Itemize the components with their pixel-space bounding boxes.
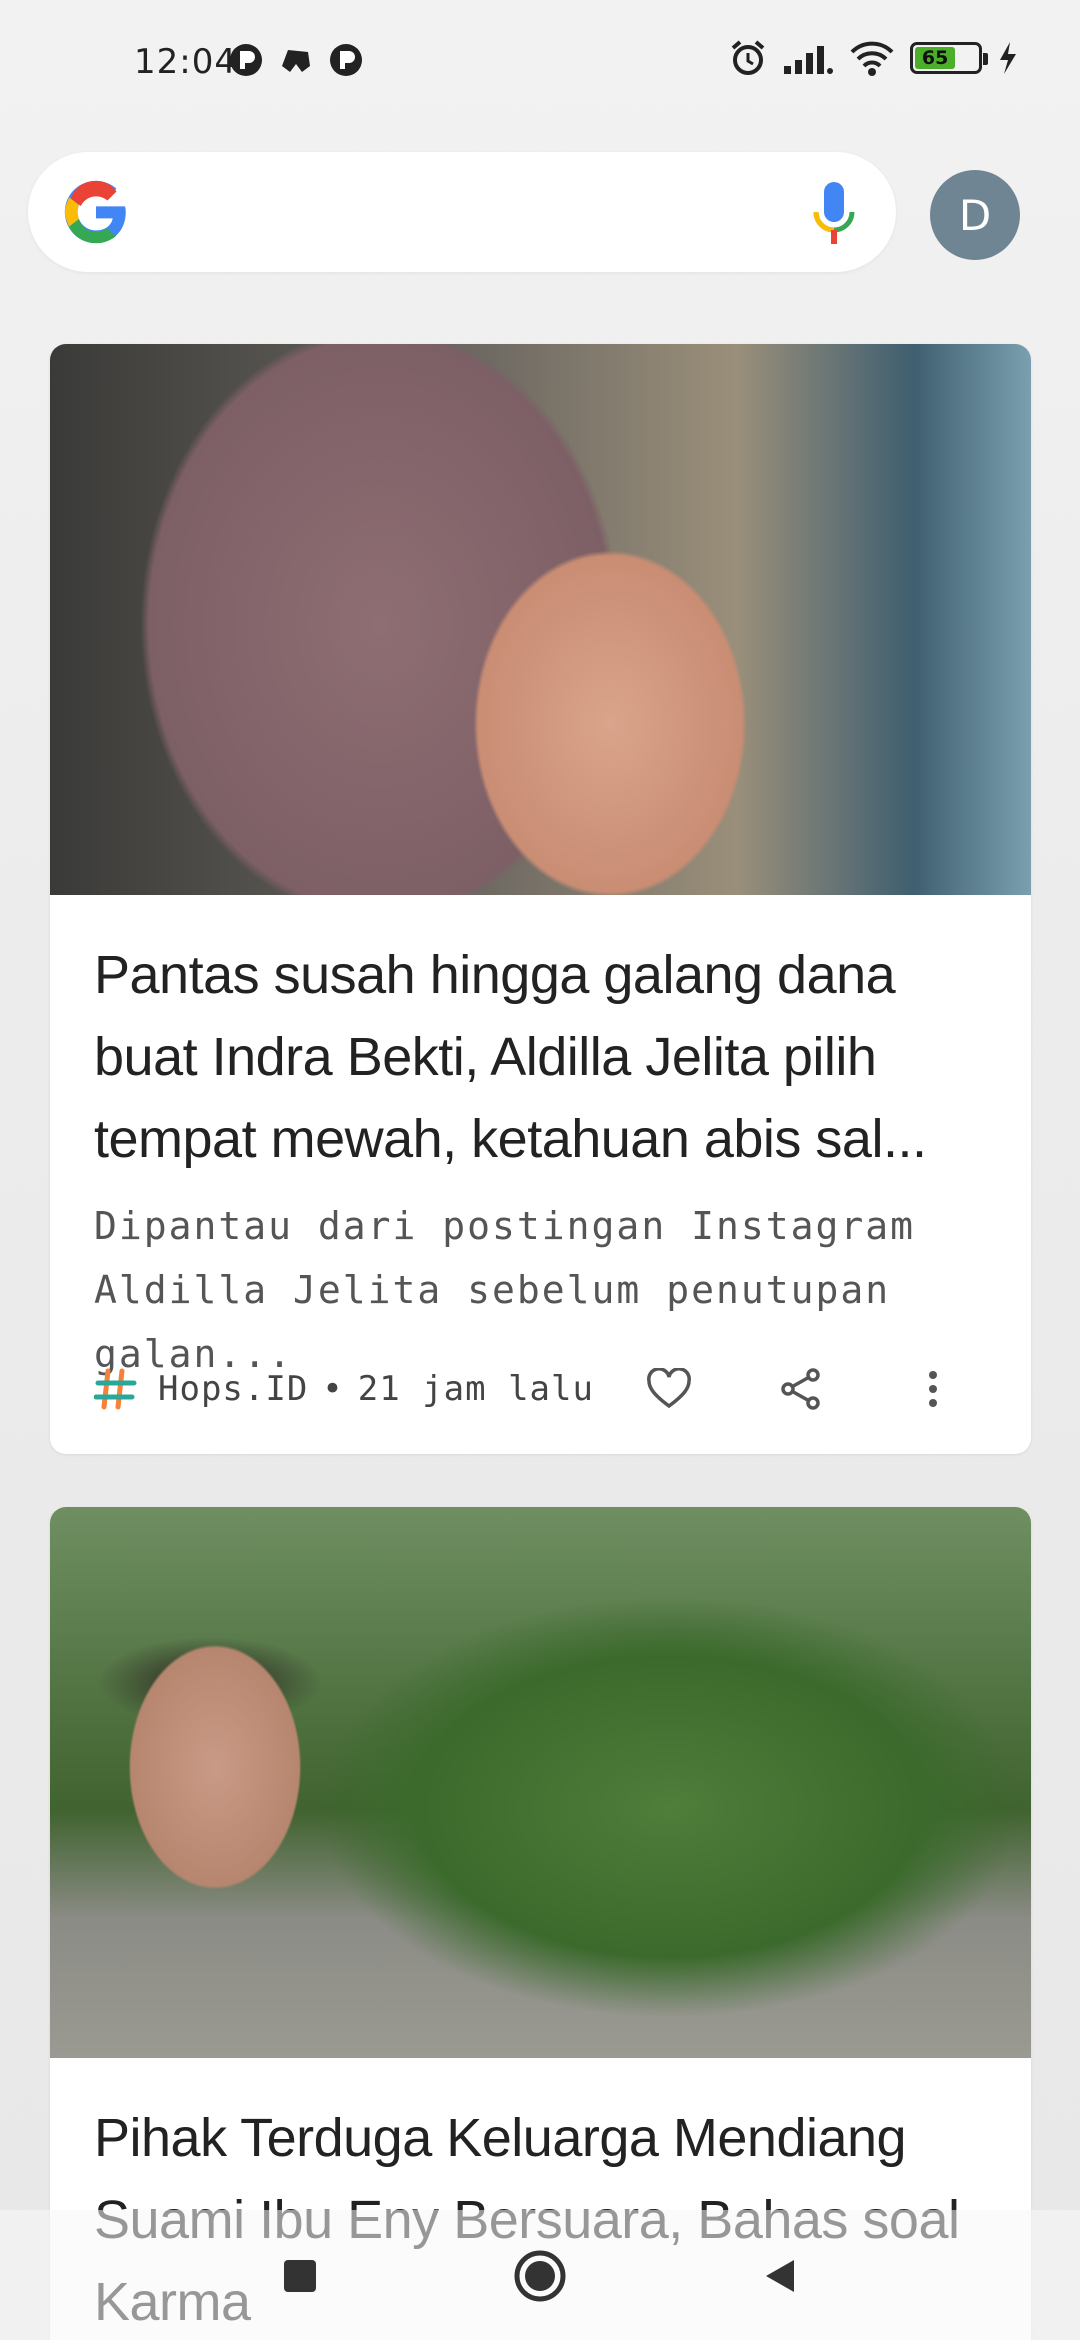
battery-icon: 65 — [910, 42, 988, 74]
back-triangle-icon — [766, 2260, 794, 2292]
recents-square-icon — [284, 2260, 316, 2292]
alarm-icon — [731, 40, 765, 75]
account-avatar[interactable]: D — [930, 170, 1020, 260]
news-card-title[interactable]: Pantas susah hingga galang dana buat Ind… — [94, 934, 994, 1180]
wifi-icon — [850, 41, 894, 76]
google-search-bar[interactable] — [28, 152, 896, 272]
home-circle-icon — [514, 2250, 566, 2302]
heart-icon — [647, 1368, 691, 1409]
more-options-button[interactable] — [908, 1364, 958, 1414]
status-icons: 65 — [728, 38, 1020, 78]
battery-level-fill: 65 — [915, 47, 956, 69]
news-card-meta: Hops.ID • 21 jam lalu — [94, 1354, 994, 1424]
search-input[interactable] — [158, 182, 778, 242]
microphone-icon[interactable] — [812, 180, 856, 246]
game-controller-icon — [282, 50, 310, 72]
notification-app-icon — [230, 44, 262, 76]
share-icon — [781, 1368, 820, 1410]
system-navigation-bar — [0, 2210, 1080, 2340]
status-bar: 12:04 65 — [0, 0, 1080, 130]
card-actions — [94, 1354, 994, 1424]
like-button[interactable] — [644, 1364, 694, 1414]
recents-button[interactable] — [272, 2248, 328, 2304]
battery-level: 65 — [921, 47, 949, 69]
more-vert-icon — [929, 1371, 937, 1407]
back-button[interactable] — [752, 2248, 808, 2304]
signal-icon — [784, 46, 833, 74]
news-card[interactable]: Pantas susah hingga galang dana buat Ind… — [50, 344, 1031, 1454]
google-logo-icon — [64, 180, 126, 244]
home-button[interactable] — [512, 2248, 568, 2304]
status-time: 12:04 — [134, 42, 237, 82]
news-card-image[interactable] — [50, 1507, 1031, 2058]
notification-app-icon — [330, 44, 362, 76]
charging-icon — [1000, 42, 1016, 74]
news-card-image[interactable] — [50, 344, 1031, 895]
share-button[interactable] — [776, 1364, 826, 1414]
